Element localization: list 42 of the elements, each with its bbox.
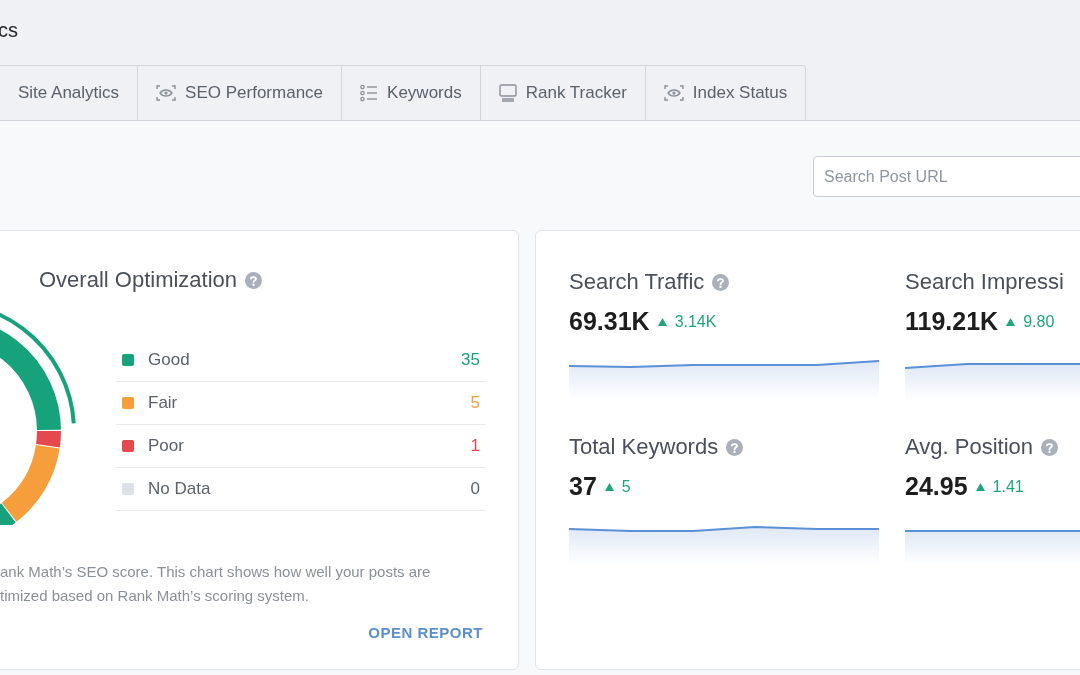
tab[interactable]: Keywords [342, 65, 481, 120]
legend-count: 0 [470, 479, 480, 499]
metric-change: 3.14K [674, 312, 717, 331]
tab[interactable]: Site Analytics [0, 65, 139, 120]
open-report-link[interactable]: OPEN REPORT [368, 624, 483, 641]
tab[interactable]: Rank Tracker [480, 65, 646, 120]
legend-count: 1 [470, 436, 480, 456]
help-icon[interactable] [245, 271, 263, 289]
metric-title: Search Traffic [569, 269, 705, 295]
metric-value: 69.31K [569, 307, 650, 336]
up-triangle-icon [657, 317, 667, 326]
metric-value: 119.21K [905, 307, 999, 336]
help-icon[interactable] [726, 438, 744, 456]
legend-label: Poor [148, 436, 185, 456]
list-icon [360, 84, 379, 102]
card-title: Overall Optimization [39, 267, 238, 293]
legend-count: 35 [461, 350, 480, 370]
search-field[interactable]: Search Post URL [813, 156, 1080, 197]
metric-change: 9.80 [1023, 312, 1055, 331]
legend-count: 5 [470, 393, 480, 413]
up-triangle-icon [604, 482, 614, 491]
metric-change: 5 [621, 477, 631, 496]
metric-title: Search Impressi [905, 269, 1064, 295]
metric-change: 1.41 [992, 477, 1024, 496]
monitor-icon [498, 84, 517, 102]
metric-title: Avg. Position [905, 434, 1033, 460]
legend-label: Fair [148, 393, 179, 413]
metric-title: Total Keywords [569, 434, 719, 460]
eye-scan-icon [156, 84, 177, 102]
tab[interactable]: Index Status [645, 65, 807, 120]
description-text: timized based on Rank Math’s scoring system. [0, 586, 310, 606]
up-triangle-icon [1006, 317, 1016, 326]
eye-scan-icon [663, 84, 684, 102]
legend-label: No Data [148, 479, 212, 499]
metric-value: 24.95 [905, 472, 968, 501]
up-triangle-icon [975, 482, 985, 491]
help-icon[interactable] [712, 273, 730, 291]
tab[interactable]: SEO Performance [138, 65, 343, 120]
metric-value: 37 [569, 472, 597, 501]
help-icon[interactable] [1041, 438, 1058, 456]
description-text: ank Math’s SEO score. This chart shows how well your posts are [0, 562, 431, 582]
legend-label: Good [148, 350, 191, 370]
